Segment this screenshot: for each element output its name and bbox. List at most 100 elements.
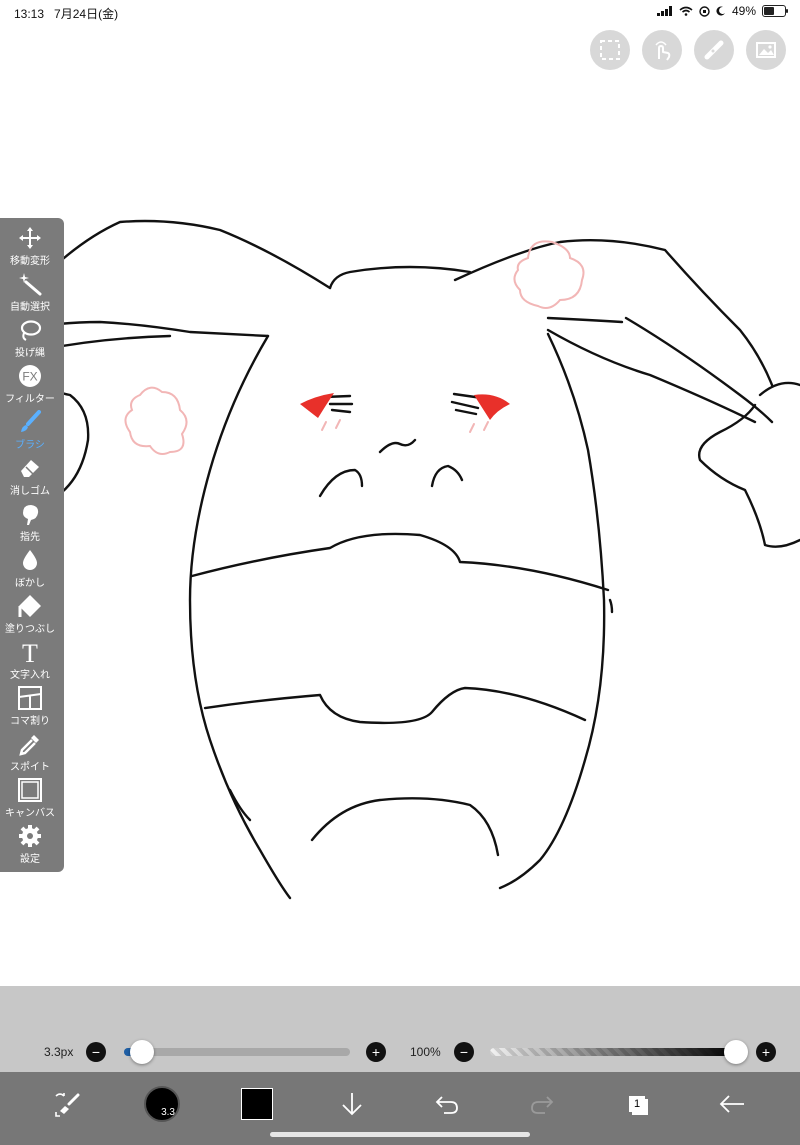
layers-button[interactable]: 1 [617,1084,657,1124]
tool-label: 文字入れ [10,670,50,681]
blur-icon [23,550,37,570]
tool-filter[interactable]: FX フィルター [0,362,60,408]
brush-icon [21,410,41,432]
tool-label: フィルター [5,394,55,405]
svg-text:FX: FX [22,370,37,384]
brush-settings-panel: 3.3px − + 100% − + [0,986,800,1072]
size-slider-thumb[interactable] [130,1040,155,1064]
status-bar: 13:13 7月24日(金) 49% [0,0,800,24]
moon-icon [716,6,725,16]
tool-brush[interactable]: ブラシ [0,408,60,454]
tool-blur[interactable]: ぼかし [0,546,60,592]
signal-icon [656,6,672,16]
lasso-icon [20,320,42,341]
tool-label: 自動選択 [10,302,50,313]
sketch-body-right [498,332,606,890]
left-toolbar: 移動変形 自動選択 投げ縄 FX フィルター ブラシ 消しゴム 指先 ぼかし 塗… [0,218,64,872]
color-icon [241,1088,273,1120]
transform-toggle-button[interactable] [46,1084,86,1124]
sketch-pink-cloud-left [124,386,188,455]
undo-icon [435,1096,458,1114]
redo-button[interactable] [522,1084,562,1124]
download-button[interactable] [332,1084,372,1124]
settings-icon [19,825,41,847]
canvas-icon [18,778,42,802]
status-date: 7月24日(金) [54,7,119,21]
tool-eraser[interactable]: 消しゴム [0,454,60,500]
brush-size-slider[interactable] [124,1040,350,1064]
image-button[interactable] [746,30,786,70]
home-indicator [270,1132,530,1137]
panel-icon [18,686,42,710]
move-icon [19,227,41,249]
tool-label: 移動変形 [10,256,50,267]
magic-wand-icon [19,273,42,296]
fx-icon: FX [19,365,41,387]
tool-label: ぼかし [15,578,45,589]
sketch-right-eye [474,394,510,420]
tool-panel-split[interactable]: コマ割り [0,684,60,730]
opacity-increase-button[interactable]: + [756,1042,776,1062]
back-button[interactable] [712,1084,752,1124]
opacity-slider[interactable] [490,1040,748,1064]
brush-size-button[interactable]: 3.3 [142,1084,182,1124]
top-tool-group [590,30,786,70]
image-icon [756,42,776,58]
bucket-icon [18,595,41,617]
size-decrease-button[interactable]: − [86,1042,106,1062]
selection-button[interactable] [590,30,630,70]
rotation-lock-icon [699,5,710,17]
status-indicators: 49% [656,4,788,18]
tool-settings[interactable]: 設定 [0,822,60,868]
tool-auto-select[interactable]: 自動選択 [0,270,60,316]
tool-bucket-fill[interactable]: 塗りつぶし [0,592,60,638]
tool-label: スポイト [10,762,50,773]
selection-icon [600,40,620,60]
sketch-body-left [188,334,292,900]
tool-label: 指先 [20,532,40,543]
eyedropper-icon [19,735,39,756]
status-time: 13:13 [14,7,45,21]
back-icon [719,1095,744,1113]
download-icon [342,1093,362,1116]
eraser-icon [21,460,39,477]
tool-label: 設定 [20,854,40,865]
text-icon: T [22,640,38,664]
battery-percent: 49% [731,4,756,18]
transform-icon [55,1093,80,1117]
ruler-button[interactable] [694,30,734,70]
status-time-date: 13:13 7月24日(金) [14,5,118,22]
opacity-slider-thumb[interactable] [724,1040,748,1064]
ruler-icon [704,40,724,60]
battery-icon [762,5,788,17]
gesture-icon [655,41,671,61]
tool-eyedropper[interactable]: スポイト [0,730,60,776]
tool-finger[interactable]: 指先 [0,500,60,546]
tool-label: 消しゴム [10,486,50,497]
redo-icon [531,1096,554,1114]
brush-size-value: 3.3px [44,1045,74,1059]
drawing-canvas[interactable] [0,24,800,986]
undo-button[interactable] [427,1084,467,1124]
wifi-icon [679,6,693,16]
tool-lasso[interactable]: 投げ縄 [0,316,60,362]
finger-icon [23,505,39,525]
tool-label: キャンバス [5,808,55,819]
color-button[interactable] [237,1084,277,1124]
opacity-value: 100% [410,1045,441,1059]
sketch-left-eye [300,393,334,418]
gesture-button[interactable] [642,30,682,70]
tool-label: 塗りつぶし [4,624,56,635]
brush-size-badge: 3.3 [161,1107,175,1118]
brush-size-icon: 3.3 [144,1086,180,1122]
tool-label: ブラシ [15,440,45,451]
tool-label: 投げ縄 [15,348,45,359]
sketch-tail [698,381,800,548]
tool-label: コマ割り [10,716,50,727]
size-increase-button[interactable]: + [366,1042,386,1062]
tool-move-transform[interactable]: 移動変形 [0,224,60,270]
tool-canvas[interactable]: キャンバス [0,776,60,822]
opacity-decrease-button[interactable]: − [454,1042,474,1062]
tool-text[interactable]: T 文字入れ [0,638,60,684]
svg-text:T: T [22,640,38,664]
